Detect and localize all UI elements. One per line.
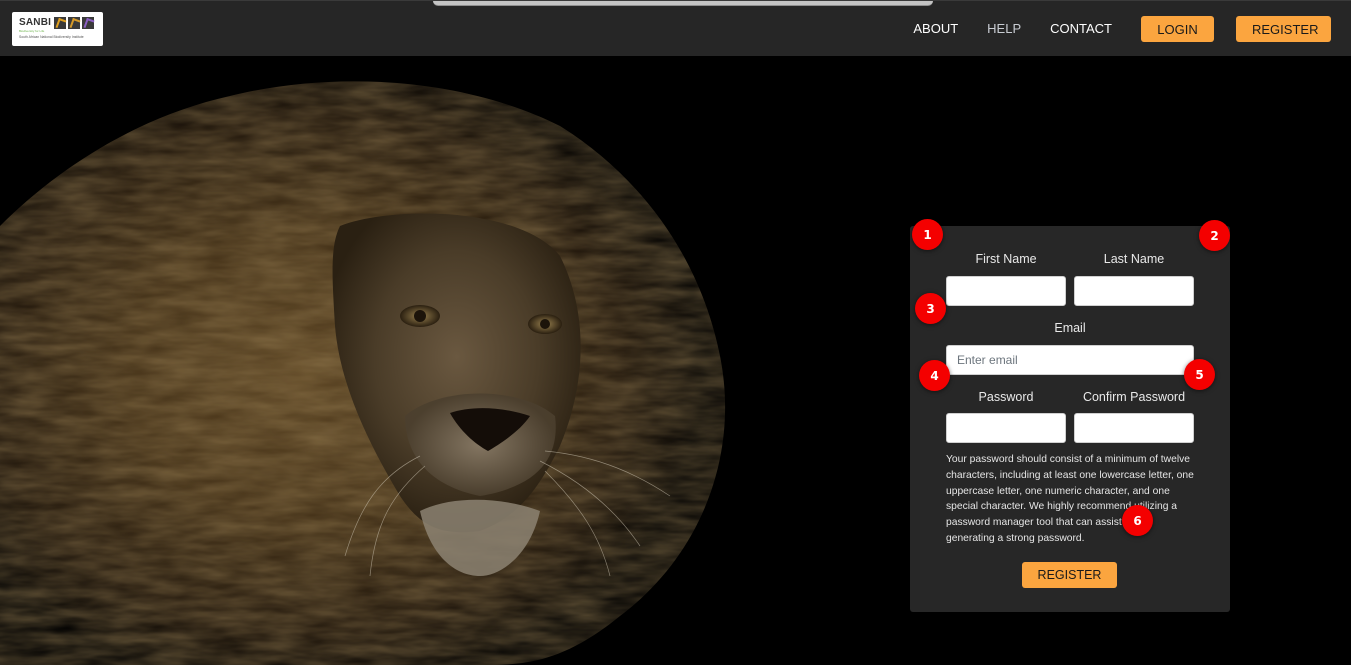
- navbar: SANBI Biodiversity for Life South Africa…: [0, 0, 1351, 56]
- register-nav-button[interactable]: REGISTER: [1236, 16, 1331, 42]
- nav-link-about[interactable]: ABOUT: [913, 16, 958, 42]
- first-name-label: First Name: [975, 252, 1037, 266]
- nav-links: ABOUT HELP CONTACT LOGIN REGISTER: [913, 16, 1331, 42]
- annotation-marker-3: 3: [915, 293, 946, 324]
- browser-overlay-tab: [433, 1, 933, 6]
- annotation-marker-2: 2: [1199, 220, 1230, 251]
- confirm-password-label: Confirm Password: [1082, 390, 1186, 404]
- annotation-marker-1: 1: [912, 219, 943, 250]
- nav-link-contact[interactable]: CONTACT: [1050, 16, 1112, 42]
- registration-form: First Name Last Name Email Password Conf…: [910, 226, 1230, 612]
- logo-flower-icon: [54, 17, 66, 29]
- logo-full-name: South African National Biodiversity Inst…: [19, 35, 84, 39]
- logo-brand: SANBI: [19, 17, 52, 28]
- annotation-marker-6: 6: [1122, 505, 1153, 536]
- logo-plant-icon: [82, 17, 94, 29]
- confirm-password-input[interactable]: [1074, 413, 1194, 443]
- password-label: Password: [978, 390, 1034, 404]
- first-name-input[interactable]: [946, 276, 1066, 306]
- logo-tagline: Biodiversity for Life: [19, 29, 45, 33]
- logo-tiles: [54, 17, 94, 29]
- email-input[interactable]: [946, 345, 1194, 375]
- register-submit-button[interactable]: REGISTER: [1022, 562, 1117, 588]
- annotation-marker-5: 5: [1184, 359, 1215, 390]
- login-button[interactable]: LOGIN: [1141, 16, 1214, 42]
- annotation-marker-4: 4: [919, 360, 950, 391]
- sanbi-logo[interactable]: SANBI Biodiversity for Life South Africa…: [12, 12, 103, 46]
- nav-link-help[interactable]: HELP: [987, 16, 1021, 42]
- email-label: Email: [1054, 321, 1086, 335]
- last-name-label: Last Name: [1103, 252, 1165, 266]
- lion-background-image: [0, 56, 780, 665]
- last-name-input[interactable]: [1074, 276, 1194, 306]
- password-input[interactable]: [946, 413, 1066, 443]
- hero-section: First Name Last Name Email Password Conf…: [0, 56, 1351, 665]
- logo-insect-icon: [68, 17, 80, 29]
- password-requirements-text: Your password should consist of a minimu…: [946, 454, 1194, 544]
